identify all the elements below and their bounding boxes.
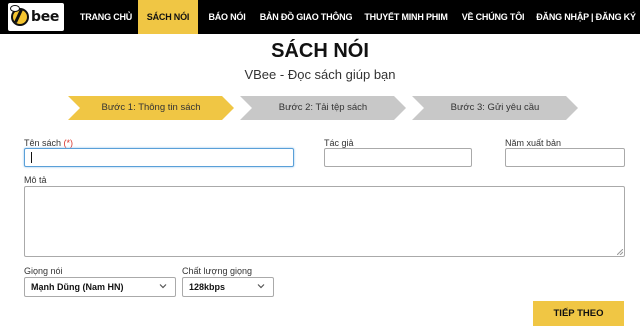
step-1[interactable]: Bước 1: Thông tin sách	[68, 96, 234, 120]
required-mark: (*)	[63, 138, 74, 148]
nav-item-dang-nhap-dang-ky[interactable]: ĐĂNG NHẬP | ĐĂNG KÝ	[533, 0, 639, 34]
nav-item-bao-noi[interactable]: BÁO NÓI	[198, 0, 256, 34]
voice-select[interactable]: Mạnh Dũng (Nam HN)	[24, 277, 176, 297]
description-textarea[interactable]	[24, 186, 625, 257]
author-label: Tác giả	[324, 138, 354, 148]
voice-label: Giọng nói	[24, 266, 63, 276]
year-label: Năm xuất bản	[505, 138, 562, 148]
year-input[interactable]	[505, 148, 625, 167]
quality-label: Chất lượng giọng	[182, 266, 252, 276]
resize-handle-icon[interactable]	[617, 249, 623, 255]
book-name-input[interactable]	[24, 148, 294, 167]
voice-select-value: Mạnh Dũng (Nam HN)	[31, 282, 124, 292]
step-3[interactable]: Bước 3: Gửi yêu cầu	[412, 96, 578, 120]
chevron-down-icon	[159, 284, 167, 289]
nav-item-ve-chung-toi[interactable]: VỀ CHÚNG TÔI	[456, 0, 530, 34]
nav-item-ban-do-giao-thong[interactable]: BẢN ĐỒ GIAO THÔNG	[256, 0, 356, 34]
next-button[interactable]: TIẾP THEO	[533, 301, 624, 326]
step-1-label: Bước 1: Thông tin sách	[101, 102, 201, 113]
quality-select[interactable]: 128kbps	[182, 277, 274, 297]
bee-wing-icon	[10, 5, 20, 12]
top-navbar: bee TRANG CHỦ SÁCH NÓI BÁO NÓI BẢN ĐỒ GI…	[0, 0, 640, 34]
chevron-down-icon	[257, 284, 265, 289]
text-caret	[31, 152, 32, 163]
book-name-label-text: Tên sách	[24, 138, 62, 148]
vbee-logo[interactable]: bee	[8, 3, 64, 31]
page-title: SÁCH NÓI	[271, 40, 369, 62]
step-2[interactable]: Bước 2: Tải tệp sách	[240, 96, 406, 120]
logo-text: bee	[31, 9, 60, 25]
step-2-label: Bước 2: Tải tệp sách	[278, 102, 368, 113]
page-subtitle: VBee - Đọc sách giúp bạn	[244, 67, 396, 82]
nav-item-trang-chu[interactable]: TRANG CHỦ	[74, 0, 138, 34]
quality-select-value: 128kbps	[189, 282, 226, 292]
book-name-label: Tên sách (*)	[24, 138, 73, 148]
nav-item-thuyet-minh-phim[interactable]: THUYẾT MINH PHIM	[358, 0, 454, 34]
step-3-label: Bước 3: Gửi yêu cầu	[450, 102, 540, 113]
description-label: Mô tả	[24, 175, 47, 185]
nav-item-sach-noi[interactable]: SÁCH NÓI	[138, 0, 198, 34]
author-input[interactable]	[324, 148, 472, 167]
